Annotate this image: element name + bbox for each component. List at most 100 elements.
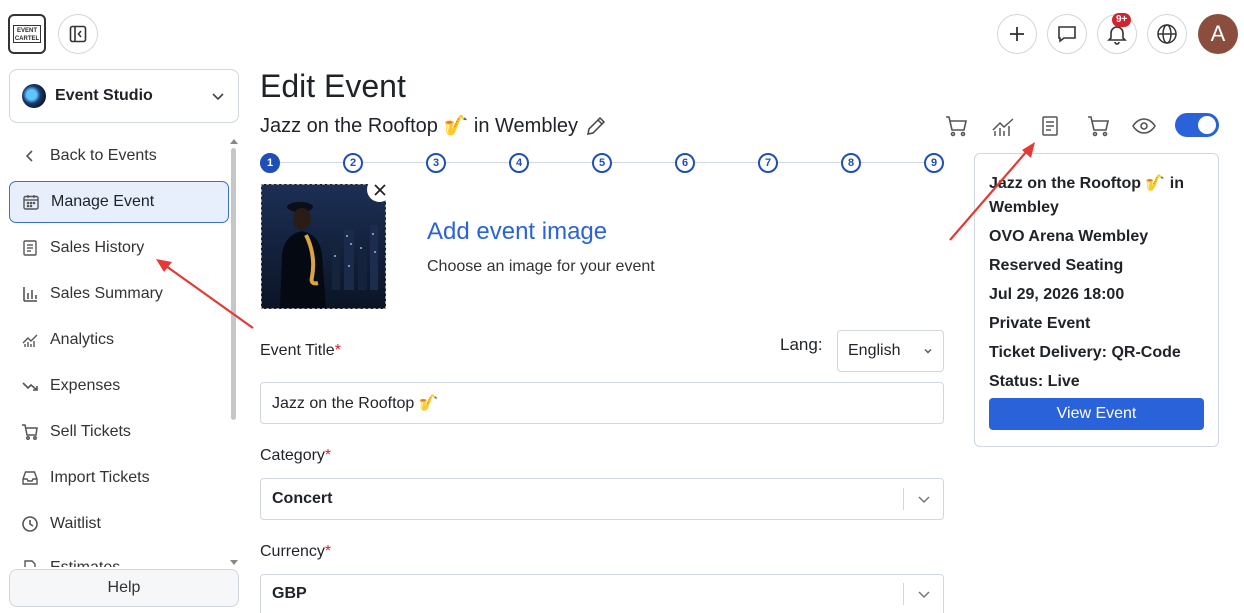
sidebar-item-analytics[interactable]: Analytics (9, 319, 229, 361)
create-button[interactable] (997, 14, 1037, 54)
event-name-heading: Jazz on the Rooftop 🎷 in Wembley (260, 113, 608, 138)
pencil-icon[interactable] (584, 114, 608, 138)
notification-badge: 9+ (1112, 13, 1132, 27)
step-6[interactable]: 6 (675, 153, 695, 173)
sidebar-item-label: Waitlist (50, 515, 101, 532)
required-mark: * (324, 543, 332, 560)
currency-value: GBP (272, 585, 307, 602)
step-7[interactable]: 7 (758, 153, 778, 173)
sidebar-item-waitlist[interactable]: Waitlist (9, 503, 229, 545)
messages-button[interactable] (1047, 14, 1087, 54)
required-mark: * (324, 447, 332, 464)
language-select[interactable]: English (837, 330, 944, 372)
chevron-down-icon (918, 591, 930, 599)
bar-chart-icon (23, 287, 37, 302)
user-avatar[interactable]: A (1198, 14, 1238, 54)
clock-icon (22, 516, 38, 532)
summary-visibility: Private Event (989, 315, 1091, 332)
sidebar-item-label: Manage Event (51, 193, 155, 210)
event-title-input[interactable]: Jazz on the Rooftop 🎷 (260, 382, 944, 424)
sidebar-scrollbar[interactable] (231, 148, 236, 420)
sidebar-item-back-to-events[interactable]: Back to Events (9, 135, 229, 177)
page-title: Edit Event (260, 68, 406, 104)
sidebar-item-label: Estimates (50, 559, 120, 567)
lang-label: Lang: (780, 335, 823, 354)
analytics-icon (22, 334, 38, 347)
language-button[interactable] (1147, 14, 1187, 54)
analytics-icon[interactable] (991, 114, 1015, 138)
plus-icon (1010, 27, 1024, 41)
sidebar-item-sales-history[interactable]: Sales History (9, 227, 229, 269)
step-5[interactable]: 5 (592, 153, 612, 173)
summary-seating: Reserved Seating (989, 257, 1124, 274)
close-icon (373, 183, 386, 196)
scroll-up-icon[interactable] (229, 138, 239, 146)
event-live-toggle[interactable] (1175, 113, 1219, 137)
currency-select[interactable]: GBP (260, 574, 944, 613)
trend-down-icon (22, 382, 38, 391)
sidebar-item-import-tickets[interactable]: Import Tickets (9, 457, 229, 499)
select-divider (903, 583, 904, 605)
add-event-image-link[interactable]: Add event image (427, 218, 607, 246)
add-image-subtitle: Choose an image for your event (427, 258, 655, 275)
receipt-icon (23, 240, 37, 256)
logo-text: EVENT CARTEL (13, 25, 41, 43)
document-icon (24, 560, 36, 567)
studio-name: Event Studio (55, 87, 153, 104)
event-name-text: Jazz on the Rooftop 🎷 in Wembley (260, 115, 579, 137)
sidebar-item-estimates[interactable]: Estimates (9, 547, 229, 567)
studio-logo-icon (22, 84, 46, 108)
category-value: Concert (272, 490, 333, 507)
chat-icon (1058, 26, 1076, 43)
remove-image-button[interactable] (367, 177, 392, 202)
cart-icon[interactable] (944, 114, 968, 138)
sidebar-item-expenses[interactable]: Expenses (9, 365, 229, 407)
event-title-label: Event Title* (260, 342, 341, 360)
step-2[interactable]: 2 (343, 153, 363, 173)
sidebar-item-label: Sales Summary (50, 285, 163, 302)
chevron-left-icon (25, 150, 33, 162)
sidebar-collapse-icon (69, 25, 87, 43)
event-cartel-logo[interactable]: EVENT CARTEL (8, 14, 46, 54)
cart-icon[interactable] (1086, 114, 1110, 138)
sidebar-item-label: Sell Tickets (50, 423, 131, 440)
required-mark: * (334, 342, 341, 359)
summary-status: Status: Live (989, 373, 1080, 390)
calendar-icon (23, 195, 39, 210)
step-9[interactable]: 9 (924, 153, 944, 173)
summary-ticket-delivery: Ticket Delivery: QR-Code (989, 344, 1181, 361)
label-text: Event Title (260, 342, 335, 359)
view-event-button[interactable]: View Event (989, 398, 1204, 430)
scroll-down-icon[interactable] (229, 558, 239, 566)
cart-icon (22, 424, 38, 440)
globe-icon (1157, 24, 1177, 44)
chevron-down-icon (918, 496, 930, 504)
step-4[interactable]: 4 (509, 153, 529, 173)
sidebar-item-label: Expenses (50, 377, 121, 394)
sidebar-item-label: Sales History (50, 239, 145, 256)
event-title-value: Jazz on the Rooftop 🎷 (272, 395, 439, 412)
sidebar-item-label: Import Tickets (50, 469, 150, 486)
chevron-down-icon (924, 349, 932, 354)
inbox-icon (22, 471, 38, 485)
summary-venue: OVO Arena Wembley (989, 228, 1149, 245)
category-select[interactable]: Concert (260, 478, 944, 520)
eye-icon[interactable] (1132, 114, 1156, 138)
chevron-down-icon (212, 93, 224, 101)
collapse-sidebar-button[interactable] (58, 14, 98, 54)
event-image[interactable] (261, 184, 386, 309)
saxophone-player-image (262, 185, 385, 308)
language-value: English (848, 342, 901, 359)
notifications-button[interactable]: 9+ (1097, 13, 1137, 54)
label-text: Category (260, 447, 325, 464)
currency-label: Currency* (260, 543, 331, 561)
step-1[interactable]: 1 (260, 153, 280, 173)
studio-selector[interactable]: Event Studio (9, 69, 239, 123)
receipt-icon[interactable] (1038, 114, 1062, 138)
sidebar-item-manage-event[interactable]: Manage Event (9, 181, 229, 223)
help-button[interactable]: Help (9, 569, 239, 607)
sidebar-item-sales-summary[interactable]: Sales Summary (9, 273, 229, 315)
step-3[interactable]: 3 (426, 153, 446, 173)
step-8[interactable]: 8 (841, 153, 861, 173)
sidebar-item-sell-tickets[interactable]: Sell Tickets (9, 411, 229, 453)
